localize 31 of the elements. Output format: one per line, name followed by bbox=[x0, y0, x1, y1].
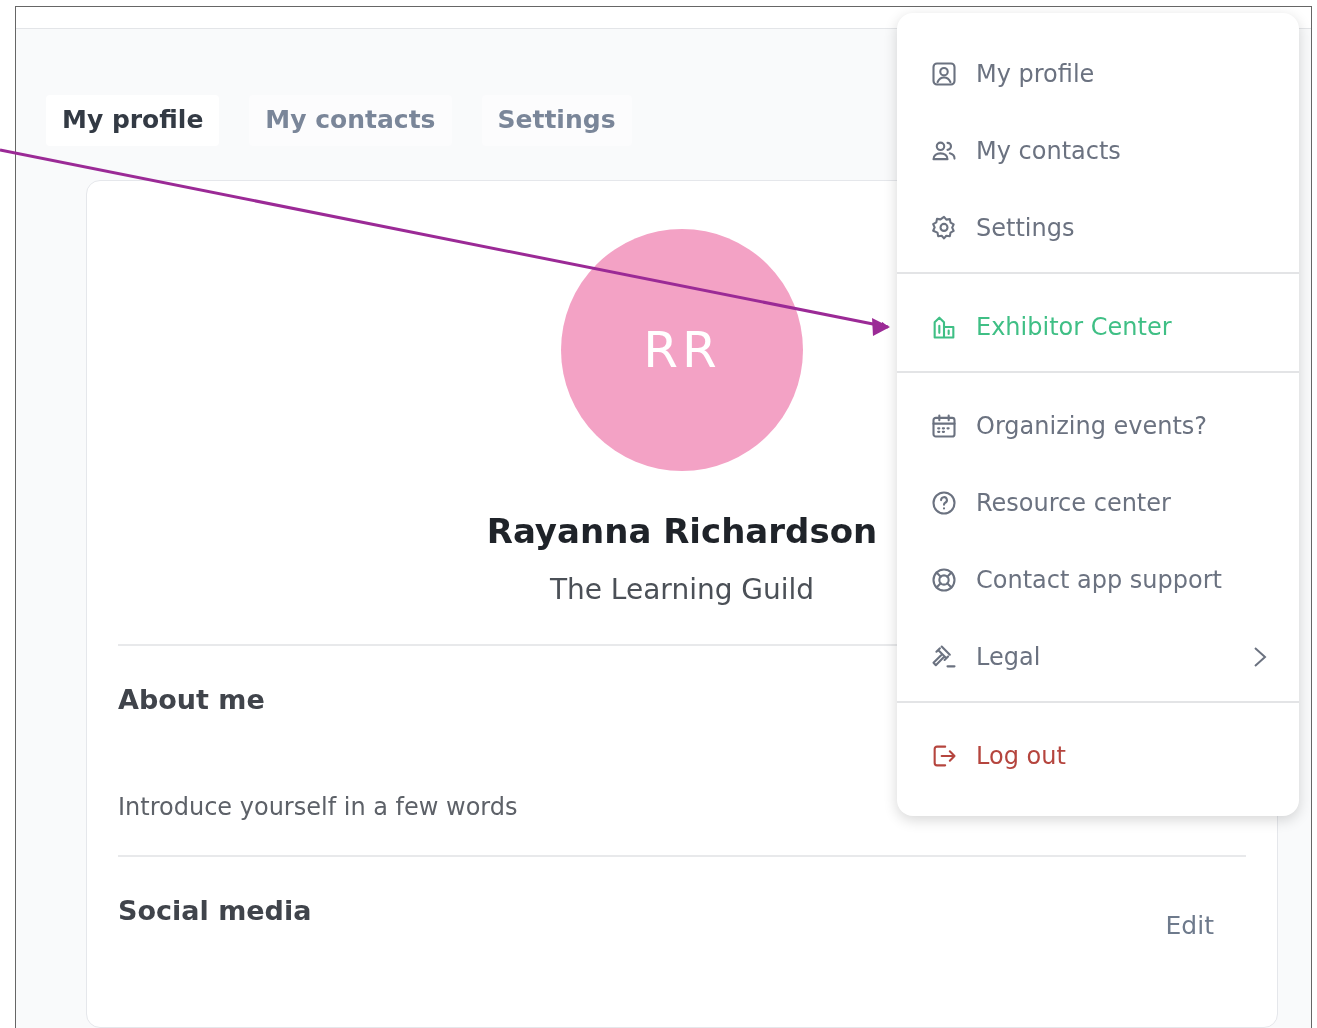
section-title: About me bbox=[118, 684, 265, 715]
menu-item[interactable]: Contact app support bbox=[897, 541, 1299, 618]
menu-item[interactable]: Legal bbox=[897, 618, 1299, 695]
user-icon bbox=[930, 59, 958, 88]
tab[interactable]: My profile bbox=[46, 95, 220, 146]
menu-item-label: Settings bbox=[976, 213, 1075, 242]
menu-item-label: Log out bbox=[976, 741, 1066, 770]
chevron-right-icon bbox=[1253, 644, 1267, 669]
menu-item-label: My contacts bbox=[976, 136, 1121, 165]
profile-name: Rayanna Richardson bbox=[486, 511, 878, 551]
menu-item[interactable]: Log out bbox=[897, 717, 1299, 794]
section-title: Social media bbox=[118, 895, 312, 926]
menu-item[interactable]: My contacts bbox=[897, 112, 1299, 189]
menu-item-label: My profile bbox=[976, 59, 1095, 88]
menu-item-label: Organizing events? bbox=[976, 411, 1208, 440]
menu-item[interactable]: Resource center bbox=[897, 464, 1299, 541]
help-icon bbox=[930, 488, 958, 517]
edit-link[interactable]: Edit bbox=[1165, 911, 1214, 940]
menu-item[interactable]: Settings bbox=[897, 189, 1299, 266]
menu-item-label: Legal bbox=[976, 642, 1041, 671]
organization-name: The Learning Guild bbox=[549, 573, 815, 606]
menu-item[interactable]: My profile bbox=[897, 35, 1299, 112]
avatar: RR bbox=[561, 229, 803, 471]
menu-item-label: Exhibitor Center bbox=[976, 312, 1172, 341]
calendar-icon bbox=[930, 411, 958, 440]
menu-item-label: Resource center bbox=[976, 488, 1171, 517]
menu-item-label: Contact app support bbox=[976, 565, 1222, 594]
menu-item[interactable]: Organizing events? bbox=[897, 387, 1299, 464]
settings-icon bbox=[930, 213, 958, 242]
section-text: Introduce yourself in a few words bbox=[118, 793, 519, 821]
lifebuoy-icon bbox=[930, 565, 958, 594]
